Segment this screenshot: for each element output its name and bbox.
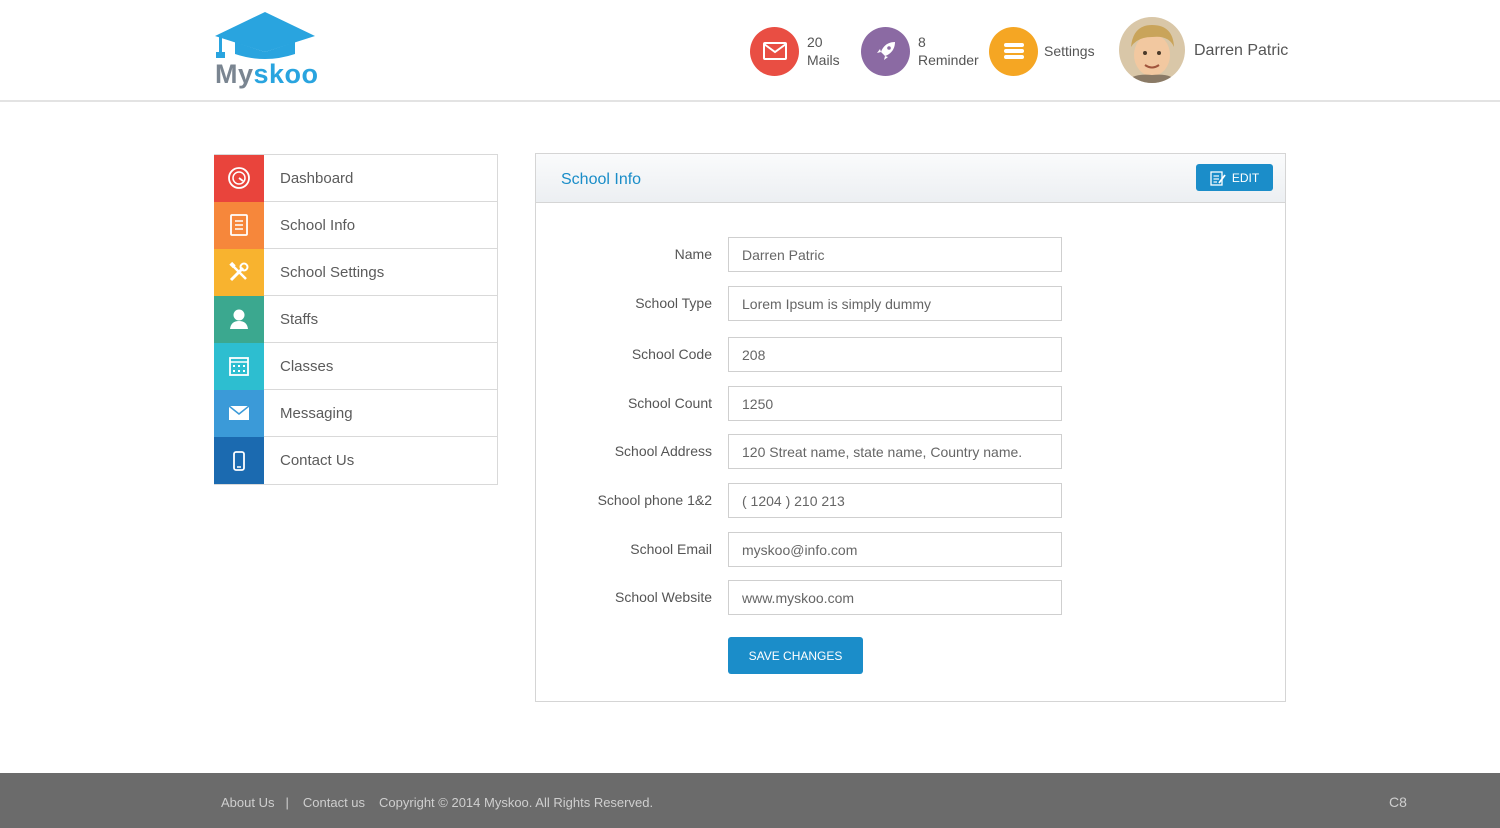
mails-text: 20 Mails [807, 33, 840, 69]
school-address-field[interactable] [728, 434, 1062, 469]
header: Myskoo 20 Mails 8 Reminder Settings Darr… [0, 0, 1500, 102]
school-email-field[interactable] [728, 532, 1062, 567]
menu-icon [989, 26, 1038, 76]
school-type-label: School Type [635, 295, 712, 311]
school-type-field[interactable] [728, 286, 1062, 321]
school-info-panel: School Info EDIT Name School Type School… [535, 153, 1286, 702]
document-icon [214, 201, 264, 249]
sidebar-item-label: Dashboard [280, 169, 354, 187]
sidebar-item-school-info[interactable]: School Info [214, 201, 497, 249]
edit-button[interactable]: EDIT [1196, 164, 1273, 191]
contact-us-link[interactable]: Contact us [303, 795, 365, 810]
sidebar-item-dashboard[interactable]: Dashboard [214, 154, 497, 202]
form-row-school-type: School Type [536, 286, 1287, 321]
settings-label: Settings [1044, 43, 1095, 59]
edit-label: EDIT [1231, 170, 1260, 185]
footer-separator: | [285, 795, 289, 810]
avatar[interactable] [1119, 17, 1185, 83]
edit-icon [1210, 170, 1226, 186]
sidebar-item-contact-us[interactable]: Contact Us [214, 437, 497, 484]
name-field[interactable] [728, 237, 1062, 272]
form-row-name: Name [536, 237, 1287, 272]
school-email-label: School Email [630, 541, 712, 557]
rocket-icon [861, 26, 910, 76]
school-website-field[interactable] [728, 580, 1062, 615]
school-code-label: School Code [631, 346, 712, 362]
envelope-icon [750, 26, 799, 76]
reminder-count: 8 [918, 34, 926, 50]
footer-code: C8 [1389, 794, 1407, 810]
sidebar-item-label: School Info [280, 216, 356, 234]
school-phone-field[interactable] [728, 483, 1062, 518]
form-row-school-address: School Address [536, 434, 1287, 469]
brand-name: Myskoo [215, 59, 319, 89]
footer-links: About Us | Contact us Copyright © 2014 M… [221, 795, 653, 810]
sidebar-item-staffs[interactable]: Staffs [214, 295, 497, 343]
sidebar-item-classes[interactable]: Classes [214, 342, 497, 390]
school-phone-label: School phone 1&2 [597, 492, 712, 508]
graduation-cap-icon [215, 12, 315, 59]
sidebar-item-label: Messaging [280, 404, 353, 422]
about-us-link[interactable]: About Us [221, 795, 274, 810]
copyright-text: Copyright © 2014 Myskoo. All Rights Rese… [379, 795, 654, 810]
form-row-school-count: School Count [536, 386, 1287, 421]
footer: About Us | Contact us Copyright © 2014 M… [0, 773, 1500, 828]
sidebar-item-school-settings[interactable]: School Settings [214, 248, 497, 296]
settings-menu[interactable]: Settings [989, 26, 1095, 76]
sidebar-item-label: Contact Us [280, 452, 355, 469]
panel-header: School Info EDIT [536, 154, 1285, 203]
name-label: Name [674, 246, 712, 262]
sidebar-item-label: School Settings [280, 263, 385, 281]
envelope-icon [214, 389, 264, 437]
user-name[interactable]: Darren Patric [1194, 42, 1288, 60]
school-count-label: School Count [627, 395, 712, 411]
reminder-label: Reminder [918, 52, 979, 68]
dashboard-icon [214, 154, 264, 202]
sidebar-item-label: Staffs [280, 310, 319, 328]
calendar-icon [214, 342, 264, 390]
form-row-school-email: School Email [536, 532, 1287, 567]
reminder-notification[interactable]: 8 Reminder [861, 26, 979, 76]
reminder-text: 8 Reminder [918, 33, 979, 69]
tools-icon [214, 248, 264, 296]
school-address-label: School Address [614, 443, 712, 459]
logo[interactable]: Myskoo [213, 10, 319, 92]
form-row-school-website: School Website [536, 580, 1287, 615]
school-code-field[interactable] [728, 337, 1062, 372]
mails-label: Mails [807, 52, 840, 68]
save-changes-button[interactable]: SAVE CHANGES [728, 637, 863, 674]
mails-count: 20 [807, 34, 823, 50]
form-row-school-phone: School phone 1&2 [536, 483, 1287, 518]
form-row-school-code: School Code [536, 337, 1287, 372]
sidebar-item-messaging[interactable]: Messaging [214, 389, 497, 437]
sidebar: Dashboard School Info School Settings St… [214, 154, 498, 485]
phone-icon [214, 437, 264, 484]
sidebar-item-label: Classes [280, 357, 334, 375]
mails-notification[interactable]: 20 Mails [750, 26, 840, 76]
panel-title: School Info [561, 171, 642, 188]
school-count-field[interactable] [728, 386, 1062, 421]
school-website-label: School Website [614, 589, 712, 605]
user-icon [214, 295, 264, 343]
